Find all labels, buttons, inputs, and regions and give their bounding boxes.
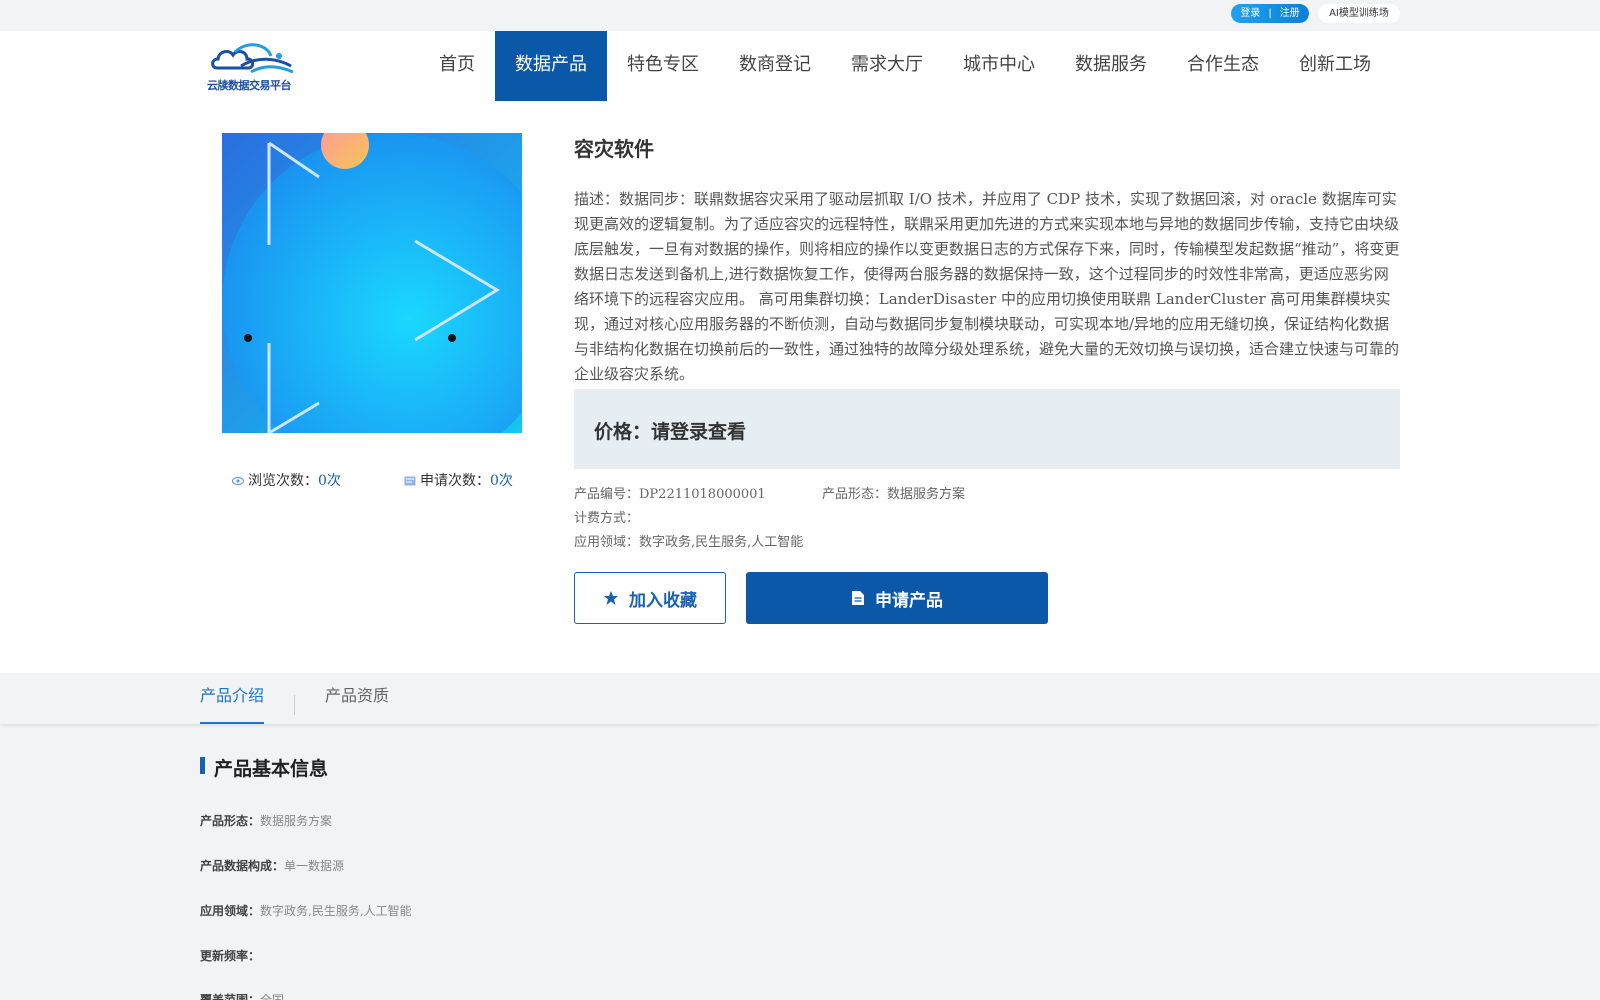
nav-data-products[interactable]: 数据产品 [495, 31, 607, 101]
eye-icon [232, 476, 244, 486]
cloud-logo-icon [211, 43, 294, 74]
nav-featured-zone[interactable]: 特色专区 [607, 31, 719, 101]
info-row-domain: 应用领域：数字政务,民生服务,人工智能 [200, 902, 412, 919]
applies-label: 申请次数： [420, 473, 490, 489]
nav-merchant-registration[interactable]: 数商登记 [719, 31, 831, 101]
ai-training-link[interactable]: AI模型训练场 [1318, 4, 1400, 23]
detail-tabs: 产品介绍 产品资质 [0, 673, 1600, 724]
document-icon [852, 591, 864, 605]
info-key: 产品数据构成： [200, 859, 285, 873]
logo-text: 云牍数据交易平台 [207, 79, 292, 92]
info-value: 数据服务方案 [260, 814, 333, 828]
views-label: 浏览次数： [248, 473, 318, 489]
apply-product-button[interactable]: 申请产品 [746, 572, 1048, 624]
info-key: 更新频率： [200, 949, 261, 963]
add-favorite-label: 加入收藏 [629, 590, 697, 611]
billing-method: 计费方式： [574, 511, 640, 526]
info-row-frequency: 更新频率： [200, 947, 260, 964]
nav-ecosystem[interactable]: 合作生态 [1167, 31, 1279, 101]
nav-demand-hall[interactable]: 需求大厅 [831, 31, 943, 101]
apply-product-label: 申请产品 [875, 590, 943, 611]
info-value: 全国 [260, 993, 285, 1000]
nav-home[interactable]: 首页 [419, 31, 495, 101]
tab-product-intro[interactable]: 产品介绍 [200, 683, 265, 724]
tab-divider [294, 695, 295, 715]
product-description: 描述：数据同步：联鼎数据容灾采用了驱动层抓取 I/O 技术，并应用了 CDP 技… [574, 190, 1400, 383]
info-row-composition: 产品数据构成：单一数据源 [200, 857, 344, 874]
price-box: 价格：请登录查看 [574, 389, 1400, 469]
info-key: 产品形态： [200, 814, 261, 828]
info-key: 覆盖范围： [200, 993, 261, 1000]
login-register-pill: 登录 | 注册 [1231, 4, 1309, 23]
product-detail: 浏览次数：0次 申请次数：0次 容灾软件 描述：数据同步：联鼎数据容灾采用了驱动… [0, 101, 1600, 673]
star-icon [604, 591, 618, 605]
product-title: 容灾软件 [574, 137, 654, 161]
application-domain: 应用领域：数字政务,民生服务,人工智能 [574, 535, 804, 550]
info-key: 应用领域： [200, 904, 261, 918]
basic-info-title: 产品基本信息 [214, 758, 329, 780]
views-stat: 浏览次数：0次 [232, 470, 341, 490]
form-icon [404, 476, 416, 486]
main-nav: 首页 数据产品 特色专区 数商登记 需求大厅 城市中心 数据服务 合作生态 创新… [419, 31, 1391, 101]
info-row-form: 产品形态：数据服务方案 [200, 812, 332, 829]
views-value: 0次 [318, 473, 341, 489]
applies-stat: 申请次数：0次 [404, 470, 513, 490]
nav-data-services[interactable]: 数据服务 [1055, 31, 1167, 101]
product-form: 产品形态：数据服务方案 [822, 487, 966, 502]
login-separator: | [1268, 8, 1272, 19]
main-header: 云牍数据交易平台 首页 数据产品 特色专区 数商登记 需求大厅 城市中心 数据服… [0, 31, 1600, 101]
top-strip: 登录 | 注册 AI模型训练场 [0, 0, 1600, 31]
info-value: 数字政务,民生服务,人工智能 [260, 904, 412, 918]
product-image [222, 133, 522, 433]
nav-innovation-workshop[interactable]: 创新工场 [1279, 31, 1391, 101]
site-logo[interactable]: 云牍数据交易平台 [207, 42, 303, 92]
applies-value: 0次 [490, 473, 513, 489]
login-link[interactable]: 登录 [1236, 8, 1264, 19]
info-row-coverage: 覆盖范围：全国 [200, 991, 284, 1000]
product-code: 产品编号：DP2211018000001 [574, 487, 766, 502]
info-value: 单一数据源 [284, 859, 345, 873]
nav-city-center[interactable]: 城市中心 [943, 31, 1055, 101]
add-favorite-button[interactable]: 加入收藏 [574, 572, 726, 624]
register-link[interactable]: 注册 [1276, 8, 1304, 19]
price-text: 价格：请登录查看 [594, 421, 747, 443]
tab-product-qualification[interactable]: 产品资质 [325, 683, 389, 724]
